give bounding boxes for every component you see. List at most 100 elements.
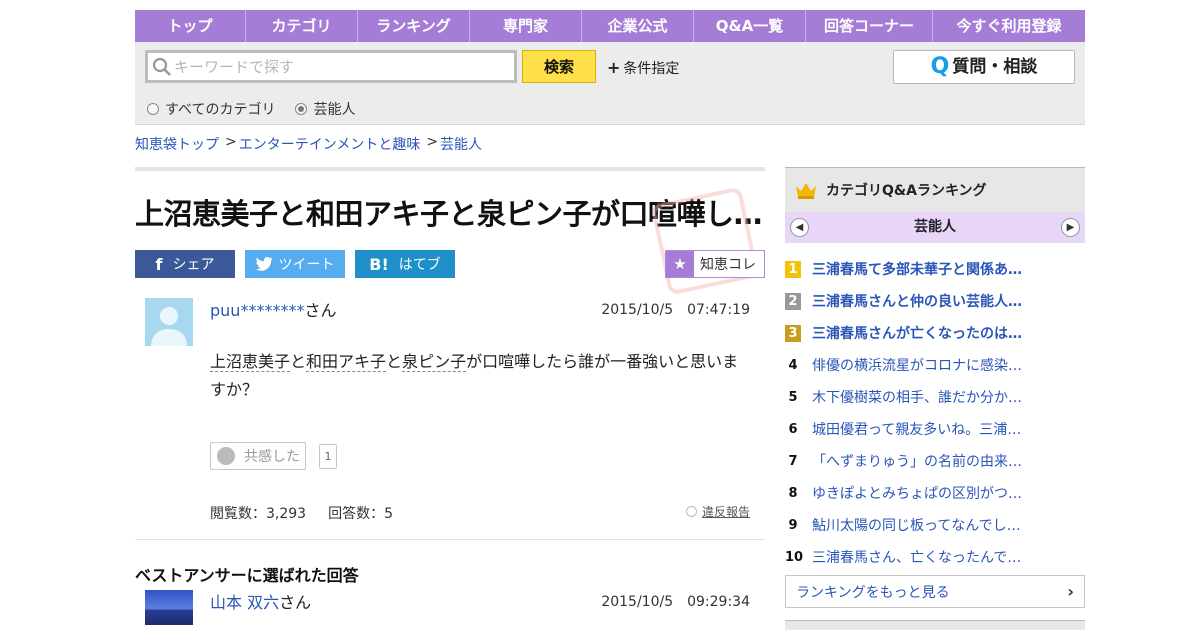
- rank-title[interactable]: 三浦春馬さんが亡くなったのは…: [812, 323, 1022, 343]
- list-item[interactable]: 8 ゆきぽよとみちょぱの区別がつ…: [785, 477, 1085, 509]
- search-input[interactable]: [145, 50, 517, 83]
- chevron-right-icon: ›: [1067, 582, 1074, 601]
- list-item[interactable]: 6 城田優君って親友多いね。三浦…: [785, 413, 1085, 445]
- empathy-label: 共感した: [244, 449, 300, 465]
- main-column: 上沼恵美子と和田アキ子と泉ピン子が口喧嘩し… f シェア ツイート B! はてブ ★…: [135, 167, 765, 625]
- question-author: puu********さん: [210, 297, 336, 321]
- rank-number: 6: [788, 421, 798, 437]
- rank-title[interactable]: 俳優の横浜流星がコロナに感染…: [812, 355, 1022, 375]
- hatena-bookmark-button[interactable]: B! はてブ: [355, 250, 455, 278]
- breadcrumb-sep: >: [225, 134, 237, 150]
- rank-title[interactable]: 鮎川太陽の同じ板ってなんでし…: [812, 515, 1022, 535]
- rank-number: 4: [788, 357, 798, 373]
- condition-label: 条件指定: [623, 61, 680, 77]
- category-scope: すべてのカテゴリ 芸能人: [147, 99, 375, 119]
- question-block: puu********さん 2015/10/5 07:47:19 上沼恵美子 と和…: [135, 297, 765, 540]
- search-button[interactable]: 検索: [522, 50, 596, 83]
- ranking-list: 1 三浦春馬て多部未華子と関係あ… 2 三浦春馬さんと仲の良い芸能人… 3 三浦春馬さ…: [785, 253, 1085, 573]
- answer-count: 回答数：5: [328, 506, 394, 522]
- avatar[interactable]: [145, 298, 193, 346]
- body-text: と: [386, 352, 403, 371]
- rank-number: 7: [788, 453, 798, 469]
- list-item[interactable]: 3 三浦春馬さんが亡くなったのは…: [785, 317, 1085, 349]
- nav-official[interactable]: 企業公式: [582, 10, 694, 42]
- answer-author: 山本 双六さん: [210, 589, 311, 613]
- rank-number: 10: [785, 549, 804, 565]
- list-item[interactable]: 5 木下優樹菜の相手、誰だか分か…: [785, 381, 1085, 413]
- twitter-share-button[interactable]: ツイート: [245, 250, 345, 278]
- answer-timestamp: 2015/10/5 09:29:34: [601, 594, 750, 610]
- honorific: さん: [304, 301, 337, 320]
- nav-category[interactable]: カテゴリ: [246, 10, 358, 42]
- nav-experts[interactable]: 専門家: [470, 10, 582, 42]
- rank-number: 1: [785, 260, 801, 278]
- breadcrumb: 知恵袋トップ > エンターテインメントと趣味 > 芸能人: [135, 134, 488, 154]
- rank-title[interactable]: 「へずまりゅう」の名前の由来…: [812, 451, 1022, 471]
- radio-this-category[interactable]: 芸能人: [295, 99, 355, 119]
- breadcrumb-top[interactable]: 知恵袋トップ: [135, 134, 219, 154]
- nav-register[interactable]: 今すぐ利用登録: [933, 10, 1085, 42]
- view-count: 閲覧数：3,293: [210, 506, 307, 522]
- rank-title[interactable]: 城田優君って親友多いね。三浦…: [812, 419, 1022, 439]
- twitter-bird-icon: [255, 257, 272, 271]
- keyword-link[interactable]: 和田アキ子: [306, 352, 387, 372]
- next-arrow-icon[interactable]: ▶: [1061, 218, 1080, 237]
- ranking-title: カテゴリQ&Aランキング: [826, 183, 987, 199]
- ranking-category-switcher: ◀ 芸能人 ▶: [785, 212, 1085, 243]
- more-ranking-link[interactable]: ランキングをもっと見る ›: [785, 575, 1085, 608]
- ask-question-button[interactable]: Q 質問・相談: [893, 50, 1075, 84]
- nav-qa-list[interactable]: Q&A一覧: [694, 10, 806, 42]
- ranking-heading: カテゴリQ&Aランキング: [785, 167, 1085, 212]
- next-panel-header: [785, 620, 1085, 630]
- stamp-watermark-icon: [650, 186, 760, 296]
- facebook-share-button[interactable]: f シェア: [135, 250, 235, 278]
- chie-label: 知恵コレ: [700, 257, 756, 273]
- avatar[interactable]: [145, 590, 193, 625]
- list-item[interactable]: 9 鮎川太陽の同じ板ってなんでし…: [785, 509, 1085, 541]
- rank-number: 2: [785, 292, 801, 310]
- chie-collection-button[interactable]: ★ 知恵コレ: [665, 250, 765, 278]
- rank-number: 5: [788, 389, 798, 405]
- rank-number: 8: [788, 485, 798, 501]
- crown-icon: [796, 183, 816, 199]
- empathy-button[interactable]: 共感した: [210, 442, 306, 470]
- list-item[interactable]: 4 俳優の横浜流星がコロナに感染…: [785, 349, 1085, 381]
- star-icon: ★: [666, 251, 694, 277]
- ask-label: 質問・相談: [952, 57, 1038, 77]
- report-link[interactable]: 違反報告: [685, 503, 750, 520]
- nav-top[interactable]: トップ: [135, 10, 246, 42]
- radio-dot-selected: [295, 103, 308, 115]
- tweet-label: ツイート: [278, 257, 335, 273]
- author-name[interactable]: puu********: [210, 301, 304, 320]
- question-body: 上沼恵美子と和田アキ子と泉ピン子が口喧嘩したら誰が一番強いと思いますか？: [210, 348, 745, 404]
- list-item[interactable]: 2 三浦春馬さんと仲の良い芸能人…: [785, 285, 1085, 317]
- smile-icon: [217, 447, 235, 465]
- search-area: 検索 +条件指定 Q質問・相談 すべてのカテゴリ 芸能人: [135, 42, 1085, 125]
- rank-title[interactable]: ゆきぽよとみちょぱの区別がつ…: [812, 483, 1022, 503]
- radio-all-categories[interactable]: すべてのカテゴリ: [147, 99, 275, 119]
- share-row: f シェア ツイート B! はてブ ★ 知恵コレ: [135, 250, 765, 278]
- q-icon: Q: [930, 54, 950, 79]
- keyword-link[interactable]: 泉ピン子: [402, 352, 467, 372]
- rank-number: 3: [785, 324, 801, 342]
- condition-toggle[interactable]: + 条件指定: [607, 58, 679, 78]
- rank-title[interactable]: 木下優樹菜の相手、誰だか分か…: [812, 387, 1022, 407]
- nav-ranking[interactable]: ランキング: [358, 10, 470, 42]
- list-item[interactable]: 7 「へずまりゅう」の名前の由来…: [785, 445, 1085, 477]
- radio-dot: [147, 103, 159, 115]
- nav-answer-corner[interactable]: 回答コーナー: [806, 10, 933, 42]
- rank-title[interactable]: 三浦春馬さん、亡くなったんで…: [812, 547, 1022, 567]
- question-timestamp: 2015/10/5 07:47:19: [601, 302, 750, 318]
- breadcrumb-celebrity[interactable]: 芸能人: [440, 134, 482, 154]
- ban-icon: [685, 506, 697, 517]
- prev-arrow-icon[interactable]: ◀: [790, 218, 809, 237]
- page: トップ カテゴリ ランキング 専門家 企業公式 Q&A一覧 回答コーナー 今すぐ…: [135, 10, 1085, 630]
- list-item[interactable]: 10 三浦春馬さん、亡くなったんで…: [785, 541, 1085, 573]
- rank-title[interactable]: 三浦春馬さんと仲の良い芸能人…: [812, 291, 1022, 311]
- rank-title[interactable]: 三浦春馬て多部未華子と関係あ…: [812, 259, 1022, 279]
- author-name[interactable]: 山本 双六: [210, 593, 279, 612]
- keyword-link[interactable]: 上沼恵美子: [210, 352, 291, 372]
- breadcrumb-entertainment[interactable]: エンターテインメントと趣味: [239, 134, 421, 154]
- best-answer-heading: ベストアンサーに選ばれた回答: [135, 566, 359, 585]
- list-item[interactable]: 1 三浦春馬て多部未華子と関係あ…: [785, 253, 1085, 285]
